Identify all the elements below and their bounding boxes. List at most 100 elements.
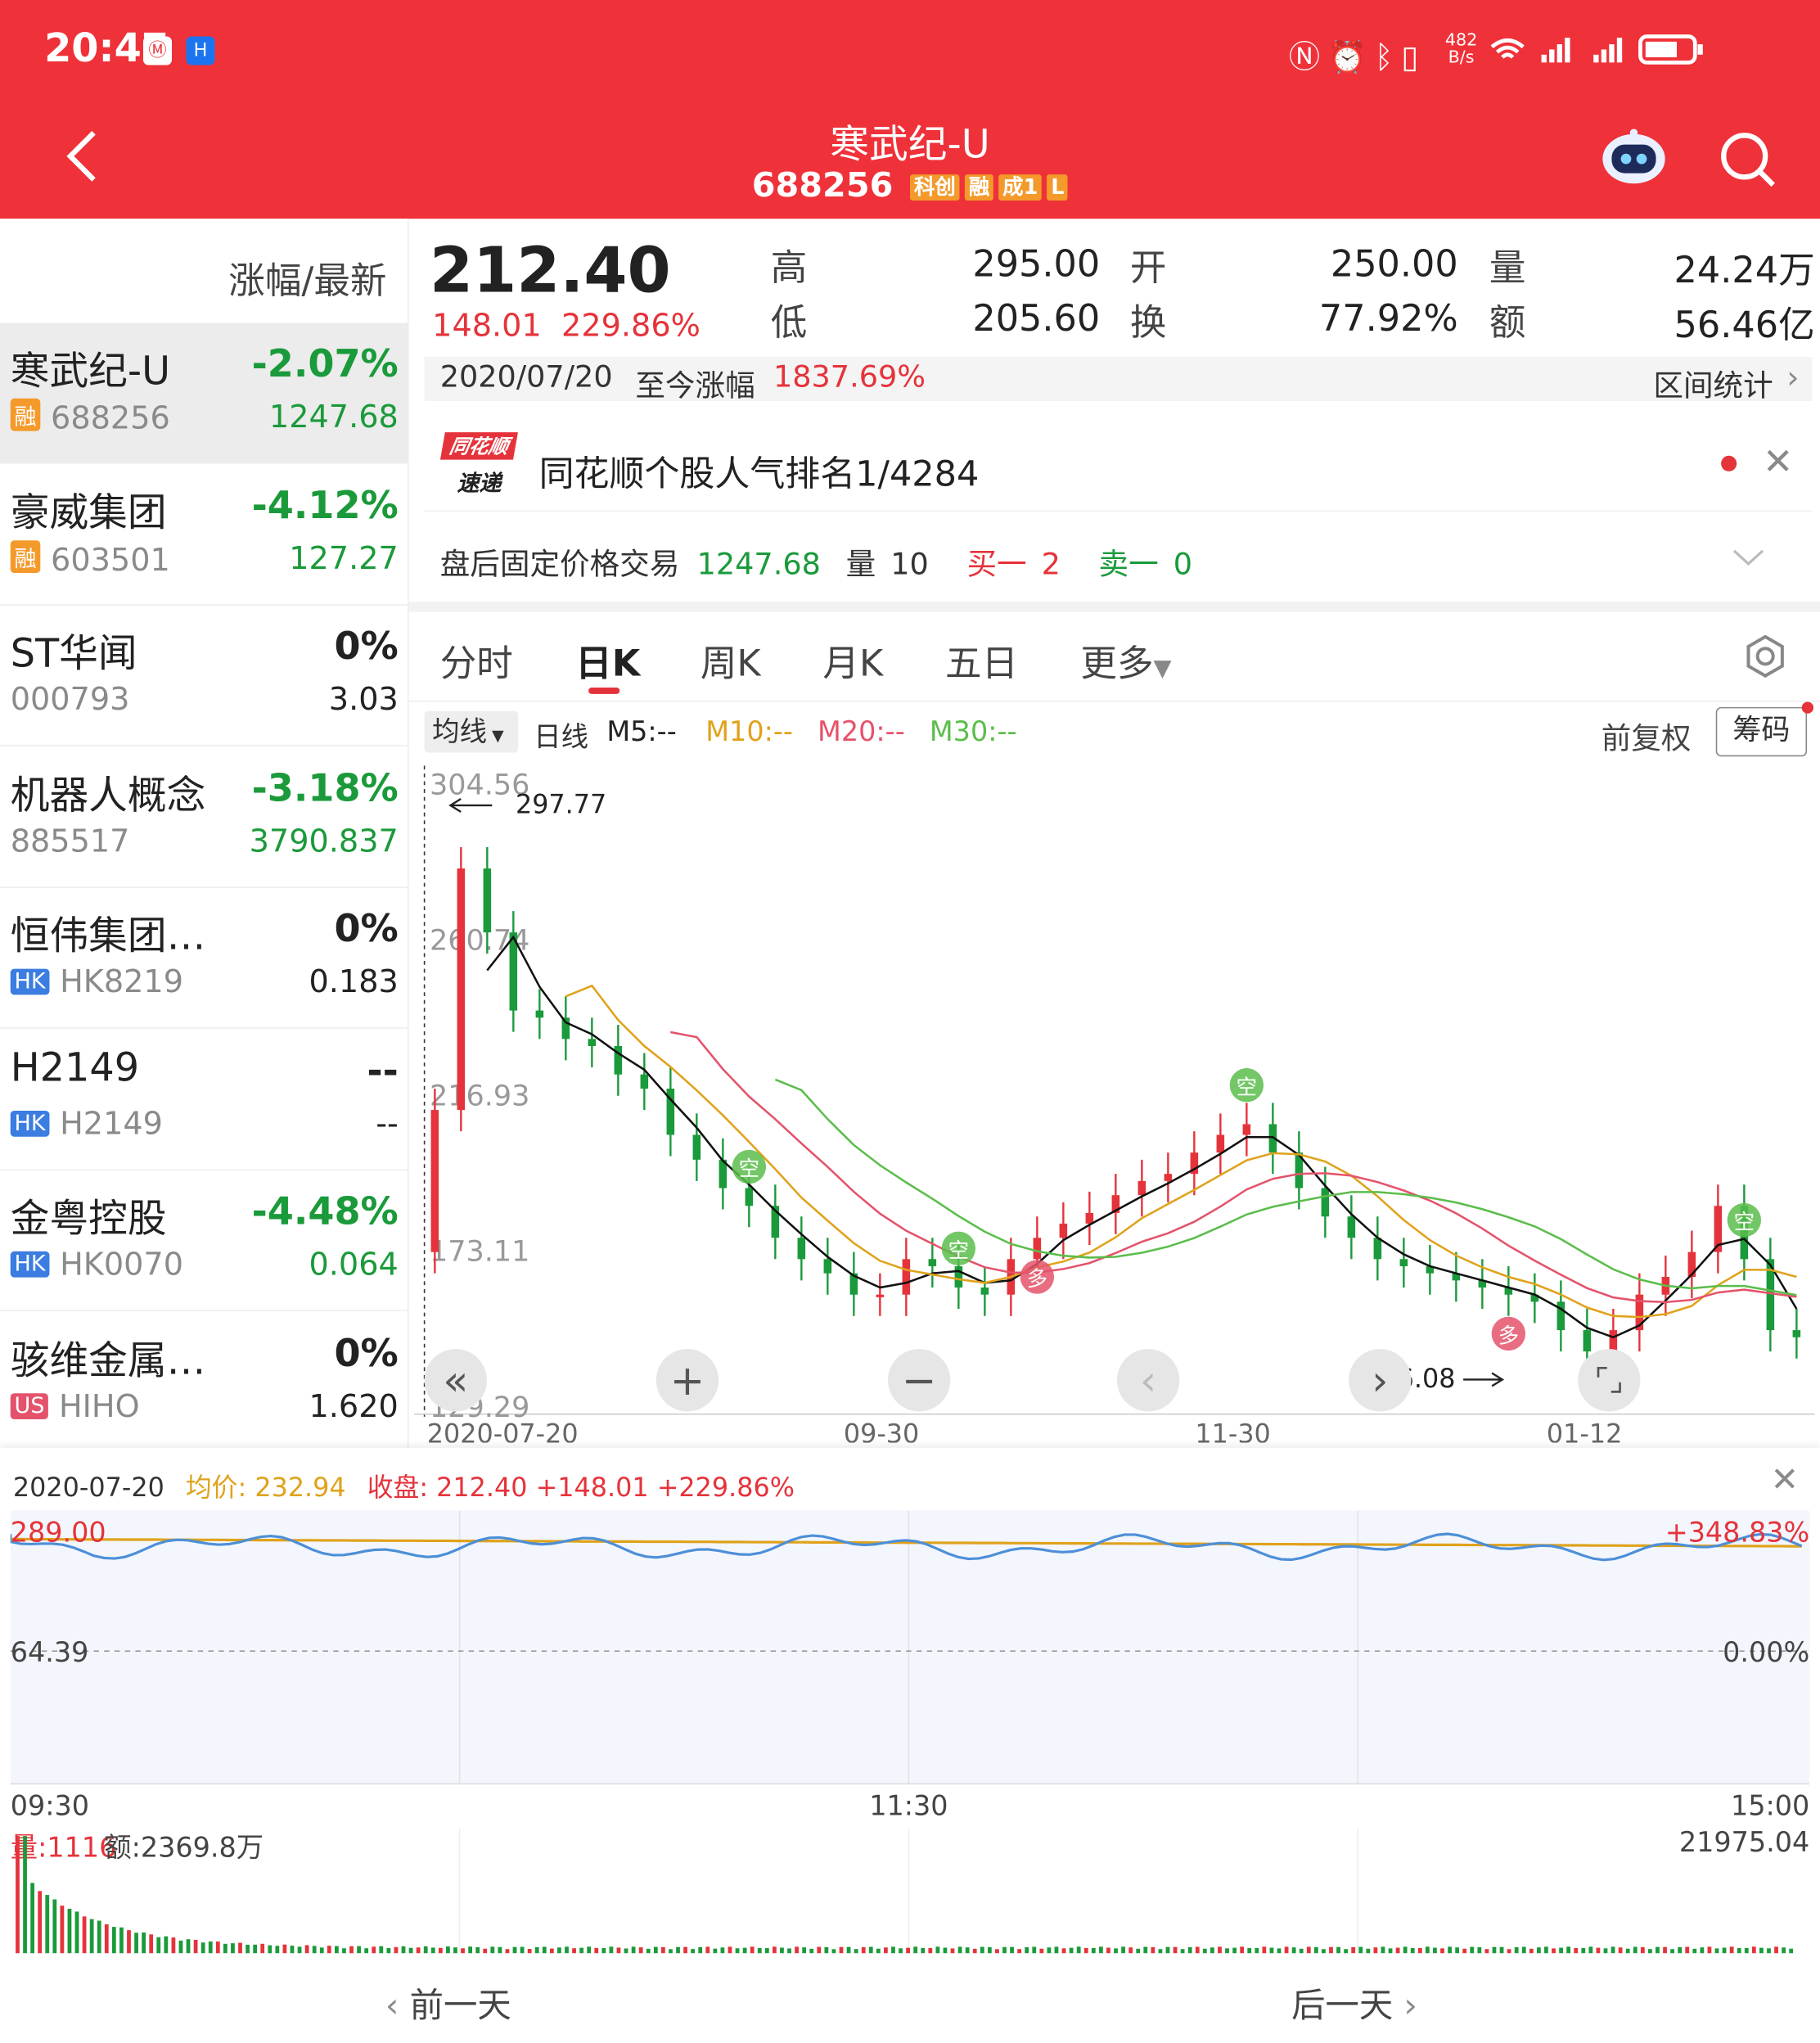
watchlist-item[interactable]: ST华闻 0% 000793 3.03 bbox=[0, 606, 409, 746]
prev-day-button[interactable]: ‹ 前一天 bbox=[385, 1979, 511, 2027]
kline-chart[interactable]: 304.56260.74216.93173.11129.29297.77136.… bbox=[413, 765, 1815, 1443]
volume-bar bbox=[364, 1948, 369, 1954]
stock-change: -4.48% bbox=[251, 1188, 399, 1233]
close-icon[interactable]: ✕ bbox=[1763, 440, 1793, 483]
volume-bar bbox=[1477, 1946, 1482, 1954]
volume-label: 量 bbox=[1489, 246, 1526, 290]
afterhours-row[interactable]: 盘后固定价格交易 1247.68 量 10 买一 2 卖一 0 bbox=[440, 539, 1192, 584]
volume-bar bbox=[757, 1947, 762, 1954]
volume-bar bbox=[683, 1946, 687, 1954]
chip-button[interactable]: 筹码 bbox=[1715, 706, 1808, 757]
tab-yuek[interactable]: 月K bbox=[822, 635, 883, 688]
watchlist-item[interactable]: 骇维金属… 0% US HIHO 1.620 bbox=[0, 1312, 409, 1453]
volume-bar bbox=[631, 1946, 636, 1954]
y-tick-label: 173.11 bbox=[430, 1236, 529, 1269]
robot-icon[interactable] bbox=[1599, 125, 1669, 187]
volume-bar bbox=[1774, 1946, 1778, 1954]
volume-bar bbox=[1685, 1946, 1690, 1954]
scroll-left-icon[interactable]: ‹ bbox=[1116, 1349, 1180, 1412]
volume-bar bbox=[238, 1942, 242, 1954]
tab-more[interactable]: 更多▼ bbox=[1080, 635, 1171, 688]
volume-bar bbox=[416, 1947, 421, 1954]
chevron-down-icon[interactable] bbox=[1732, 547, 1765, 567]
volume-bar bbox=[1640, 1946, 1645, 1954]
avg-label: 均价: bbox=[185, 1471, 247, 1503]
volume-bar bbox=[1492, 1946, 1497, 1954]
volume-bar bbox=[1240, 1946, 1245, 1954]
fullscreen-icon[interactable]: ⌜⌟ bbox=[1578, 1349, 1641, 1412]
alarm-icon: ⏰ bbox=[1327, 38, 1375, 76]
code-text: 000793 bbox=[10, 681, 130, 718]
volume-bar bbox=[1536, 1947, 1541, 1954]
volume-bar bbox=[97, 1920, 101, 1954]
settings-icon[interactable] bbox=[1742, 633, 1789, 679]
watchlist-item[interactable]: 寒武纪-U -2.07% 融 688256 1247.68 bbox=[0, 322, 409, 464]
range-stats-button[interactable]: 区间统计 bbox=[1653, 361, 1773, 405]
zoom-out-icon[interactable]: − bbox=[887, 1349, 951, 1412]
rewind-icon[interactable]: « bbox=[424, 1349, 487, 1412]
next-day-button[interactable]: 后一天 › bbox=[1291, 1979, 1417, 2027]
stock-change: -4.12% bbox=[251, 482, 399, 527]
page-title: 寒武纪-U bbox=[830, 122, 990, 169]
ma-select[interactable]: 均线 ▼ bbox=[424, 710, 519, 753]
zoom-in-icon[interactable]: + bbox=[655, 1349, 719, 1412]
volume-bar bbox=[498, 1946, 502, 1954]
volume-bar bbox=[327, 1946, 331, 1954]
volume-bar bbox=[186, 1939, 191, 1954]
chevron-right-icon: › bbox=[1786, 359, 1800, 396]
signal-label: 多 bbox=[1027, 1267, 1047, 1292]
volume-bar bbox=[275, 1946, 280, 1954]
sell1-label: 卖一 bbox=[1098, 548, 1159, 583]
volume-bar bbox=[461, 1948, 465, 1954]
volume-bar bbox=[304, 1945, 309, 1954]
divider bbox=[424, 510, 1813, 512]
fuquan-button[interactable]: 前复权 bbox=[1602, 714, 1692, 758]
candle bbox=[954, 1265, 963, 1288]
tab-rik[interactable]: 日K bbox=[575, 635, 640, 688]
candle bbox=[640, 1074, 649, 1089]
watchlist-item[interactable]: 豪威集团 -4.12% 融 603501 127.27 bbox=[0, 464, 409, 605]
watchlist-item[interactable]: 机器人概念 -3.18% 885517 3790.837 bbox=[0, 746, 409, 888]
tab-zhouk[interactable]: 周K bbox=[701, 635, 761, 688]
stock-name: 机器人概念 bbox=[10, 773, 206, 819]
scroll-right-icon[interactable]: › bbox=[1349, 1349, 1412, 1412]
watchlist-header[interactable]: 涨幅/最新 bbox=[228, 253, 386, 305]
volume-bar bbox=[1269, 1947, 1274, 1954]
stock-name: H2149 bbox=[10, 1044, 140, 1091]
watchlist-item[interactable]: 金粤控股 -4.48% HK HK0070 0.064 bbox=[0, 1170, 409, 1311]
code-text: HK0070 bbox=[60, 1246, 184, 1283]
volume-bar bbox=[1566, 1946, 1571, 1954]
stock-price: 3790.837 bbox=[249, 822, 399, 859]
net-speed-value: 482 bbox=[1444, 31, 1478, 52]
volume-bar bbox=[82, 1916, 87, 1954]
intraday-chart[interactable]: 289.0064.39+348.83%0.00%09:30 11:30 15:00量… bbox=[10, 1510, 1810, 1960]
candle bbox=[483, 868, 492, 933]
volume-bar bbox=[616, 1947, 621, 1954]
watchlist-item[interactable]: H2149 -- HK H2149 -- bbox=[0, 1030, 409, 1170]
candle bbox=[928, 1259, 937, 1266]
volume-bar bbox=[1232, 1947, 1237, 1954]
volume-bar bbox=[669, 1949, 673, 1954]
volume-bar bbox=[1521, 1946, 1526, 1954]
app-notification-icon-2: H bbox=[186, 36, 215, 65]
volume-bar bbox=[67, 1908, 72, 1954]
turnover-label: 换 bbox=[1129, 300, 1167, 344]
close-popup-icon[interactable]: ✕ bbox=[1771, 1461, 1800, 1500]
candle bbox=[797, 1238, 806, 1260]
stock-code: 885517 bbox=[11, 823, 130, 859]
divider bbox=[408, 700, 1820, 702]
prev-day-label: 前一天 bbox=[409, 1987, 511, 2027]
tab-wuri[interactable]: 五日 bbox=[945, 635, 1018, 688]
candle bbox=[1399, 1259, 1408, 1266]
volume-bar bbox=[1440, 1948, 1444, 1954]
tab-fenshi[interactable]: 分时 bbox=[440, 635, 513, 688]
watchlist-item[interactable]: 恒伟集团… 0% HK HK8219 0.183 bbox=[0, 888, 409, 1029]
volume-bar bbox=[1767, 1948, 1771, 1954]
range-bar[interactable]: 2020/07/20 至今涨幅 1837.69% 区间统计 › bbox=[424, 356, 1813, 404]
tab-more-label: 更多 bbox=[1080, 642, 1154, 685]
volume-bar bbox=[1351, 1946, 1356, 1954]
volume-bar bbox=[795, 1946, 799, 1954]
news-text[interactable]: 同花顺个股人气排名1/4284 bbox=[539, 445, 980, 496]
search-icon[interactable] bbox=[1719, 130, 1778, 190]
amount-label: 额:2369.8万 bbox=[104, 1832, 264, 1864]
